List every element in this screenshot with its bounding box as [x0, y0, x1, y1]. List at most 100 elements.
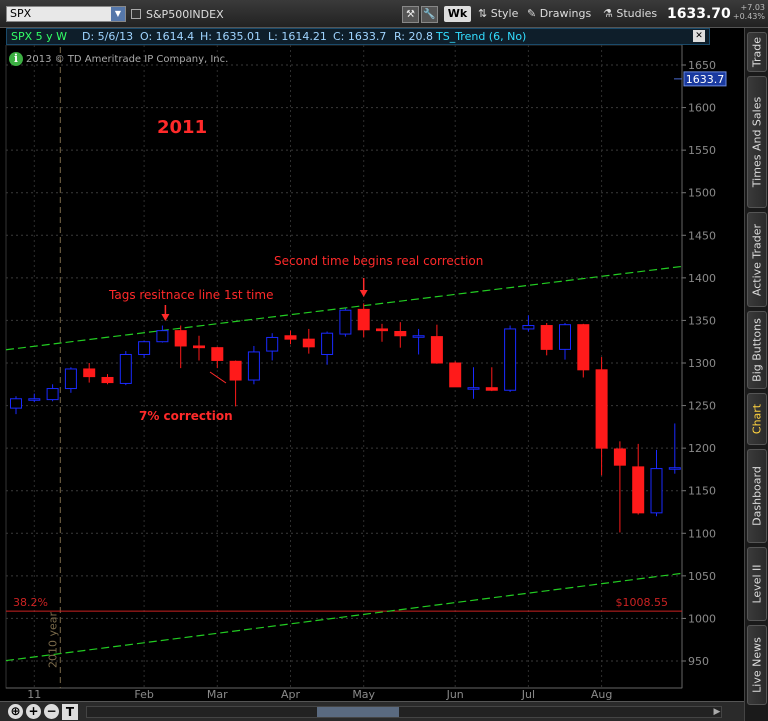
zoom-in-icon[interactable]: +	[26, 704, 41, 719]
info-study[interactable]: TS_Trend (6, No)	[436, 30, 526, 43]
side-tab-trade[interactable]: Trade	[747, 32, 767, 72]
side-tab-chart[interactable]: Chart	[747, 393, 767, 445]
info-icon[interactable]: i	[9, 52, 23, 66]
candle-body	[540, 325, 553, 350]
candle-body	[504, 328, 517, 391]
candle-body	[577, 324, 590, 371]
candle-body	[302, 338, 315, 348]
info-range: R: 20.8	[394, 30, 433, 43]
chart-info-bar: SPX 5 y W D: 5/6/13 O: 1614.4 H: 1635.01…	[6, 28, 710, 45]
y-tick-label: 1100	[688, 527, 716, 540]
candle-body	[156, 330, 169, 343]
chart-title: 2011	[157, 117, 207, 138]
candle-body	[193, 345, 205, 349]
candle-body	[467, 387, 480, 390]
candle-body	[211, 347, 224, 361]
y-tick-label: 1400	[688, 272, 716, 285]
candle-body	[10, 398, 22, 409]
scroll-right-icon[interactable]: ▶	[712, 706, 722, 718]
side-tab-label: Big Buttons	[750, 318, 764, 382]
candle-body	[485, 387, 498, 391]
studies-button[interactable]: ⚗ Studies	[603, 6, 657, 23]
x-tick-label: Feb	[134, 688, 153, 701]
y-tick-label: 1600	[688, 102, 716, 115]
side-tab-label: Level II	[750, 564, 764, 604]
side-tab-times-and-sales[interactable]: Times And Sales	[747, 76, 767, 208]
net-change: +7.03	[740, 3, 765, 12]
candle-body	[559, 324, 571, 350]
last-price: 1633.70	[667, 6, 731, 22]
aggregation-button[interactable]: Wk	[444, 6, 471, 22]
price-change: +7.03 +0.43%	[727, 3, 765, 21]
x-tick-label: May	[352, 688, 375, 701]
pct-change: +0.43%	[732, 12, 765, 21]
symbol-description: S&P500INDEX	[146, 8, 224, 21]
symbol-text: SPX	[10, 7, 32, 20]
candle-body	[522, 325, 535, 330]
candle-body	[138, 341, 151, 355]
candle-body	[28, 398, 41, 401]
side-tab-live-news[interactable]: Live News	[747, 625, 767, 705]
style-button[interactable]: ⇅ Style	[478, 6, 518, 23]
y-tick-label: 1350	[688, 314, 716, 327]
candle-body	[449, 362, 462, 388]
candle-body	[357, 308, 370, 331]
style-tool-icon[interactable]: ⚒	[402, 6, 419, 23]
fib-level-percent: 38.2%	[13, 596, 48, 609]
x-tick-label: 11	[27, 688, 41, 701]
candle-body	[46, 388, 59, 401]
pencil-icon: ✎	[527, 7, 540, 20]
info-symbol-period: SPX 5 y W	[11, 30, 68, 43]
wrench-icon[interactable]: 🔧	[421, 6, 438, 23]
candle-body	[284, 335, 297, 340]
candle-body	[247, 351, 260, 381]
current-price-label: 1633.7	[686, 73, 725, 86]
close-icon[interactable]: ✕	[693, 30, 705, 42]
text-tool-icon[interactable]: T	[62, 704, 78, 720]
y-tick-label: 1200	[688, 442, 716, 455]
side-tab-label: Dashboard	[750, 466, 764, 526]
side-tab-label: Active Trader	[750, 223, 764, 296]
candle-body	[321, 332, 334, 355]
zoom-fit-icon[interactable]: ⊕	[8, 704, 23, 719]
candle-body	[101, 376, 114, 384]
fib-level-value: $1008.55	[616, 596, 669, 609]
candle-body	[650, 468, 663, 514]
y-tick-label: 1650	[688, 59, 716, 72]
symbol-dropdown-icon[interactable]: ▼	[111, 7, 125, 21]
side-tab-dashboard[interactable]: Dashboard	[747, 449, 767, 543]
year-marker-label: 2010 year	[46, 611, 59, 668]
side-tab-panel: Trade Times And Sales Active Trader Big But…	[744, 28, 768, 721]
info-date: D: 5/6/13	[82, 30, 134, 43]
side-tab-label: Live News	[750, 637, 764, 693]
studies-icon: ⚗	[603, 7, 617, 20]
candle-body	[229, 360, 242, 381]
info-close: C: 1633.7	[333, 30, 387, 43]
candle-body	[376, 328, 388, 332]
symbol-input[interactable]: SPX ▼	[6, 6, 126, 22]
studies-label: Studies	[616, 7, 658, 20]
drawings-label: Drawings	[539, 7, 592, 20]
link-checkbox[interactable]	[131, 9, 141, 19]
zoom-out-icon[interactable]: −	[44, 704, 59, 719]
y-tick-label: 1050	[688, 570, 716, 583]
candle-body	[174, 330, 187, 347]
candle-body	[266, 336, 279, 352]
side-tab-big-buttons[interactable]: Big Buttons	[747, 311, 767, 389]
side-tab-active-trader[interactable]: Active Trader	[747, 212, 767, 307]
x-tick-label: Jul	[521, 688, 535, 701]
scrollbar-thumb[interactable]	[317, 707, 399, 717]
info-low: L: 1614.21	[268, 30, 327, 43]
side-tab-label: Trade	[750, 36, 764, 68]
candle-body	[595, 369, 608, 449]
x-tick-label: Aug	[591, 688, 612, 701]
candle-body	[632, 466, 645, 514]
info-open: O: 1614.4	[140, 30, 195, 43]
drawings-button[interactable]: ✎ Drawings	[527, 6, 591, 23]
horizontal-scrollbar[interactable]	[86, 706, 722, 718]
candle-body	[119, 353, 132, 384]
side-tab-level-ii[interactable]: Level II	[747, 547, 767, 621]
y-tick-label: 1150	[688, 485, 716, 498]
price-chart[interactable]: 950 1000 1050 1100 1150 1200 1250 1300 1350 1400 1…	[0, 45, 744, 701]
y-tick-label: 1500	[688, 187, 716, 200]
